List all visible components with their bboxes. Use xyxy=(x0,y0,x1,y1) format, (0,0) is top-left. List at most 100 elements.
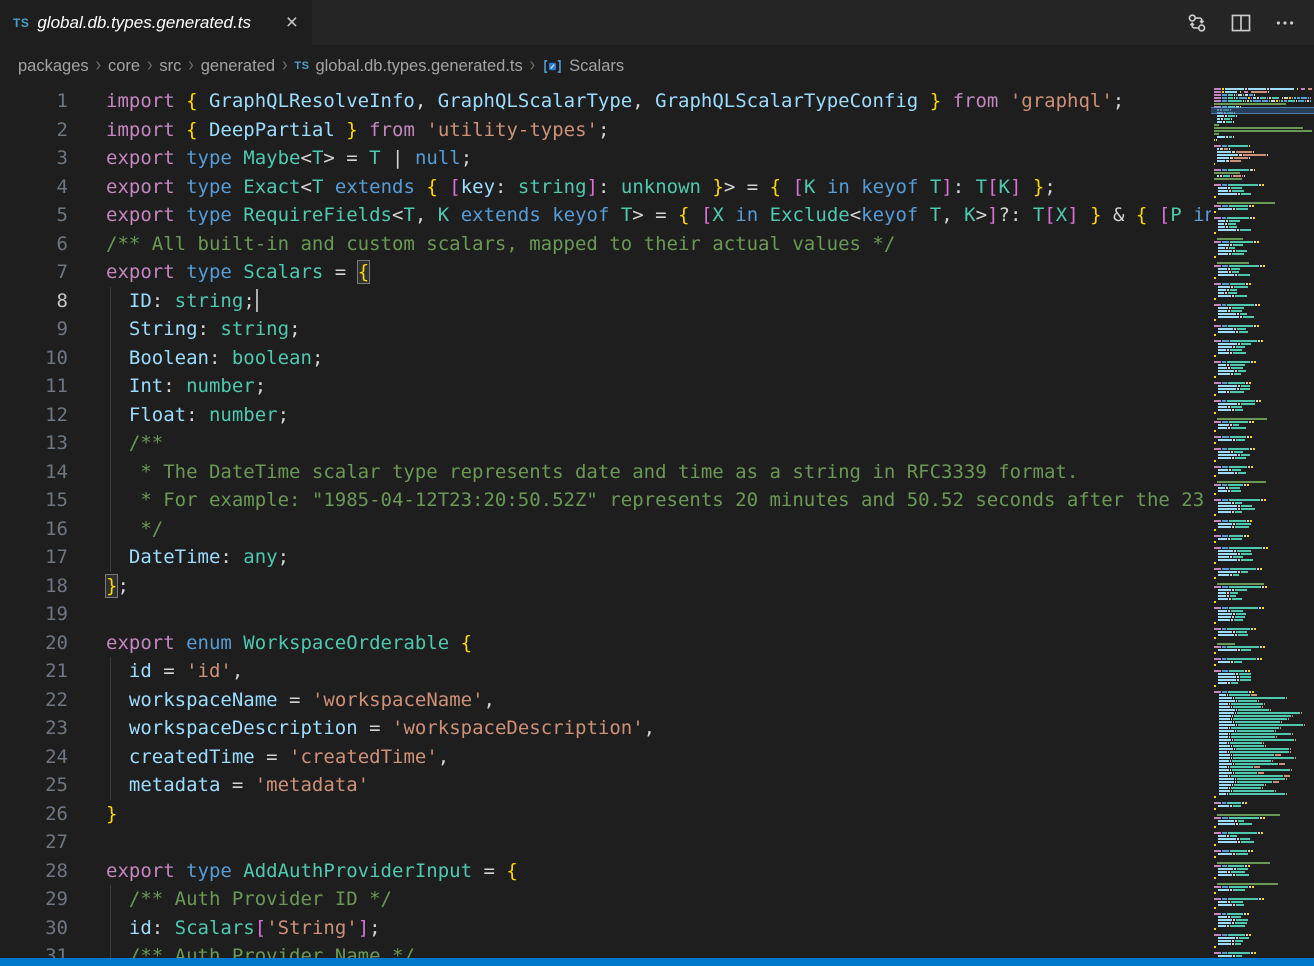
minimap-row xyxy=(1214,904,1314,906)
breadcrumb-item-scalars[interactable]: Scalars xyxy=(542,57,624,76)
line-number[interactable]: 7 xyxy=(0,258,68,287)
code-line-25[interactable]: 25 metadata = 'metadata' xyxy=(0,771,1211,800)
line-number[interactable]: 22 xyxy=(0,686,68,715)
code-line-30[interactable]: 30 id: Scalars['String']; xyxy=(0,914,1211,943)
code-line-28[interactable]: 28export type AddAuthProviderInput = { xyxy=(0,857,1211,886)
minimap-row xyxy=(1214,391,1314,393)
code-line-31[interactable]: 31 /** Auth Provider Name */ xyxy=(0,942,1211,958)
code-line-19[interactable]: 19 xyxy=(0,600,1211,629)
minimap-row xyxy=(1214,766,1314,768)
breadcrumb-item-global-db-types-generated-ts[interactable]: TSglobal.db.types.generated.ts xyxy=(294,57,522,76)
minimap-row xyxy=(1214,481,1314,483)
line-number[interactable]: 4 xyxy=(0,173,68,202)
tab-global-db-types-generated[interactable]: TS global.db.types.generated.ts × xyxy=(0,0,312,45)
code-line-24[interactable]: 24 createdTime = 'createdTime', xyxy=(0,743,1211,772)
line-number[interactable]: 2 xyxy=(0,116,68,145)
minimap-row xyxy=(1214,175,1314,177)
code-line-2[interactable]: 2import { DeepPartial } from 'utility-ty… xyxy=(0,116,1211,145)
minimap-row xyxy=(1214,610,1314,612)
minimap-row xyxy=(1214,229,1314,231)
more-actions-icon[interactable] xyxy=(1270,8,1300,38)
code-line-14[interactable]: 14 * The DateTime scalar type represents… xyxy=(0,458,1211,487)
code-line-6[interactable]: 6/** All built-in and custom scalars, ma… xyxy=(0,230,1211,259)
code-line-22[interactable]: 22 workspaceName = 'workspaceName', xyxy=(0,686,1211,715)
code-line-4[interactable]: 4export type Exact<T extends { [key: str… xyxy=(0,173,1211,202)
code-line-21[interactable]: 21 id = 'id', xyxy=(0,657,1211,686)
line-number[interactable]: 17 xyxy=(0,543,68,572)
code-line-8[interactable]: 8 ID: string; xyxy=(0,287,1211,316)
minimap-row xyxy=(1214,772,1314,774)
code-line-3[interactable]: 3export type Maybe<T> = T | null; xyxy=(0,144,1211,173)
line-number[interactable]: 26 xyxy=(0,800,68,829)
code-line-17[interactable]: 17 DateTime: any; xyxy=(0,543,1211,572)
minimap-row xyxy=(1214,271,1314,273)
minimap-row xyxy=(1214,829,1314,831)
line-number[interactable]: 24 xyxy=(0,743,68,772)
line-number[interactable]: 28 xyxy=(0,857,68,886)
line-number[interactable]: 9 xyxy=(0,315,68,344)
line-number[interactable]: 18 xyxy=(0,572,68,601)
breadcrumb-item-generated[interactable]: generated xyxy=(201,57,275,76)
code-line-12[interactable]: 12 Float: number; xyxy=(0,401,1211,430)
minimap-row xyxy=(1214,709,1314,711)
minimap-row xyxy=(1214,877,1314,879)
code-line-5[interactable]: 5export type RequireFields<T, K extends … xyxy=(0,201,1211,230)
breadcrumb-item-core[interactable]: core xyxy=(108,57,140,76)
code-line-1[interactable]: 1import { GraphQLResolveInfo, GraphQLSca… xyxy=(0,87,1211,116)
breadcrumb-item-src[interactable]: src xyxy=(159,57,181,76)
code-line-27[interactable]: 27 xyxy=(0,828,1211,857)
breadcrumb-item-packages[interactable]: packages xyxy=(18,57,89,76)
minimap-row xyxy=(1214,196,1314,198)
minimap-row xyxy=(1214,850,1314,852)
minimap-row xyxy=(1214,367,1314,369)
line-number[interactable]: 16 xyxy=(0,515,68,544)
code-line-9[interactable]: 9 String: string; xyxy=(0,315,1211,344)
line-number[interactable]: 31 xyxy=(0,942,68,958)
minimap-row xyxy=(1214,247,1314,249)
code-line-10[interactable]: 10 Boolean: boolean; xyxy=(0,344,1211,373)
line-number[interactable]: 21 xyxy=(0,657,68,686)
code-line-13[interactable]: 13 /** xyxy=(0,429,1211,458)
line-number[interactable]: 30 xyxy=(0,914,68,943)
close-icon[interactable]: × xyxy=(282,12,302,33)
line-number[interactable]: 6 xyxy=(0,230,68,259)
minimap-row xyxy=(1214,706,1314,708)
line-number[interactable]: 11 xyxy=(0,372,68,401)
open-changes-icon[interactable] xyxy=(1182,8,1212,38)
indent-guide xyxy=(110,372,111,401)
minimap-row xyxy=(1214,103,1314,105)
code-line-7[interactable]: 7export type Scalars = { xyxy=(0,258,1211,287)
line-number[interactable]: 12 xyxy=(0,401,68,430)
line-number[interactable]: 15 xyxy=(0,486,68,515)
line-number[interactable]: 10 xyxy=(0,344,68,373)
minimap-row xyxy=(1214,442,1314,444)
line-number[interactable]: 5 xyxy=(0,201,68,230)
minimap-row xyxy=(1214,352,1314,354)
minimap-row xyxy=(1214,502,1314,504)
line-number[interactable]: 8 xyxy=(0,287,68,316)
split-editor-icon[interactable] xyxy=(1226,8,1256,38)
minimap[interactable] xyxy=(1211,87,1314,958)
code-line-29[interactable]: 29 /** Auth Provider ID */ xyxy=(0,885,1211,914)
code-line-16[interactable]: 16 */ xyxy=(0,515,1211,544)
code-editor[interactable]: 1import { GraphQLResolveInfo, GraphQLSca… xyxy=(0,87,1211,958)
line-number[interactable]: 19 xyxy=(0,600,68,629)
code-line-15[interactable]: 15 * For example: "1985-04-12T23:20:50.5… xyxy=(0,486,1211,515)
line-number[interactable]: 14 xyxy=(0,458,68,487)
code-line-11[interactable]: 11 Int: number; xyxy=(0,372,1211,401)
line-number[interactable]: 20 xyxy=(0,629,68,658)
code-line-18[interactable]: 18}; xyxy=(0,572,1211,601)
line-number[interactable]: 1 xyxy=(0,87,68,116)
code-line-26[interactable]: 26} xyxy=(0,800,1211,829)
line-number[interactable]: 25 xyxy=(0,771,68,800)
code-line-20[interactable]: 20export enum WorkspaceOrderable { xyxy=(0,629,1211,658)
line-number[interactable]: 27 xyxy=(0,828,68,857)
line-number[interactable]: 13 xyxy=(0,429,68,458)
minimap-row xyxy=(1214,184,1314,186)
line-number[interactable]: 29 xyxy=(0,885,68,914)
minimap-row xyxy=(1214,691,1314,693)
line-number[interactable]: 23 xyxy=(0,714,68,743)
chevron-right-icon: › xyxy=(147,55,152,78)
line-number[interactable]: 3 xyxy=(0,144,68,173)
code-line-23[interactable]: 23 workspaceDescription = 'workspaceDesc… xyxy=(0,714,1211,743)
